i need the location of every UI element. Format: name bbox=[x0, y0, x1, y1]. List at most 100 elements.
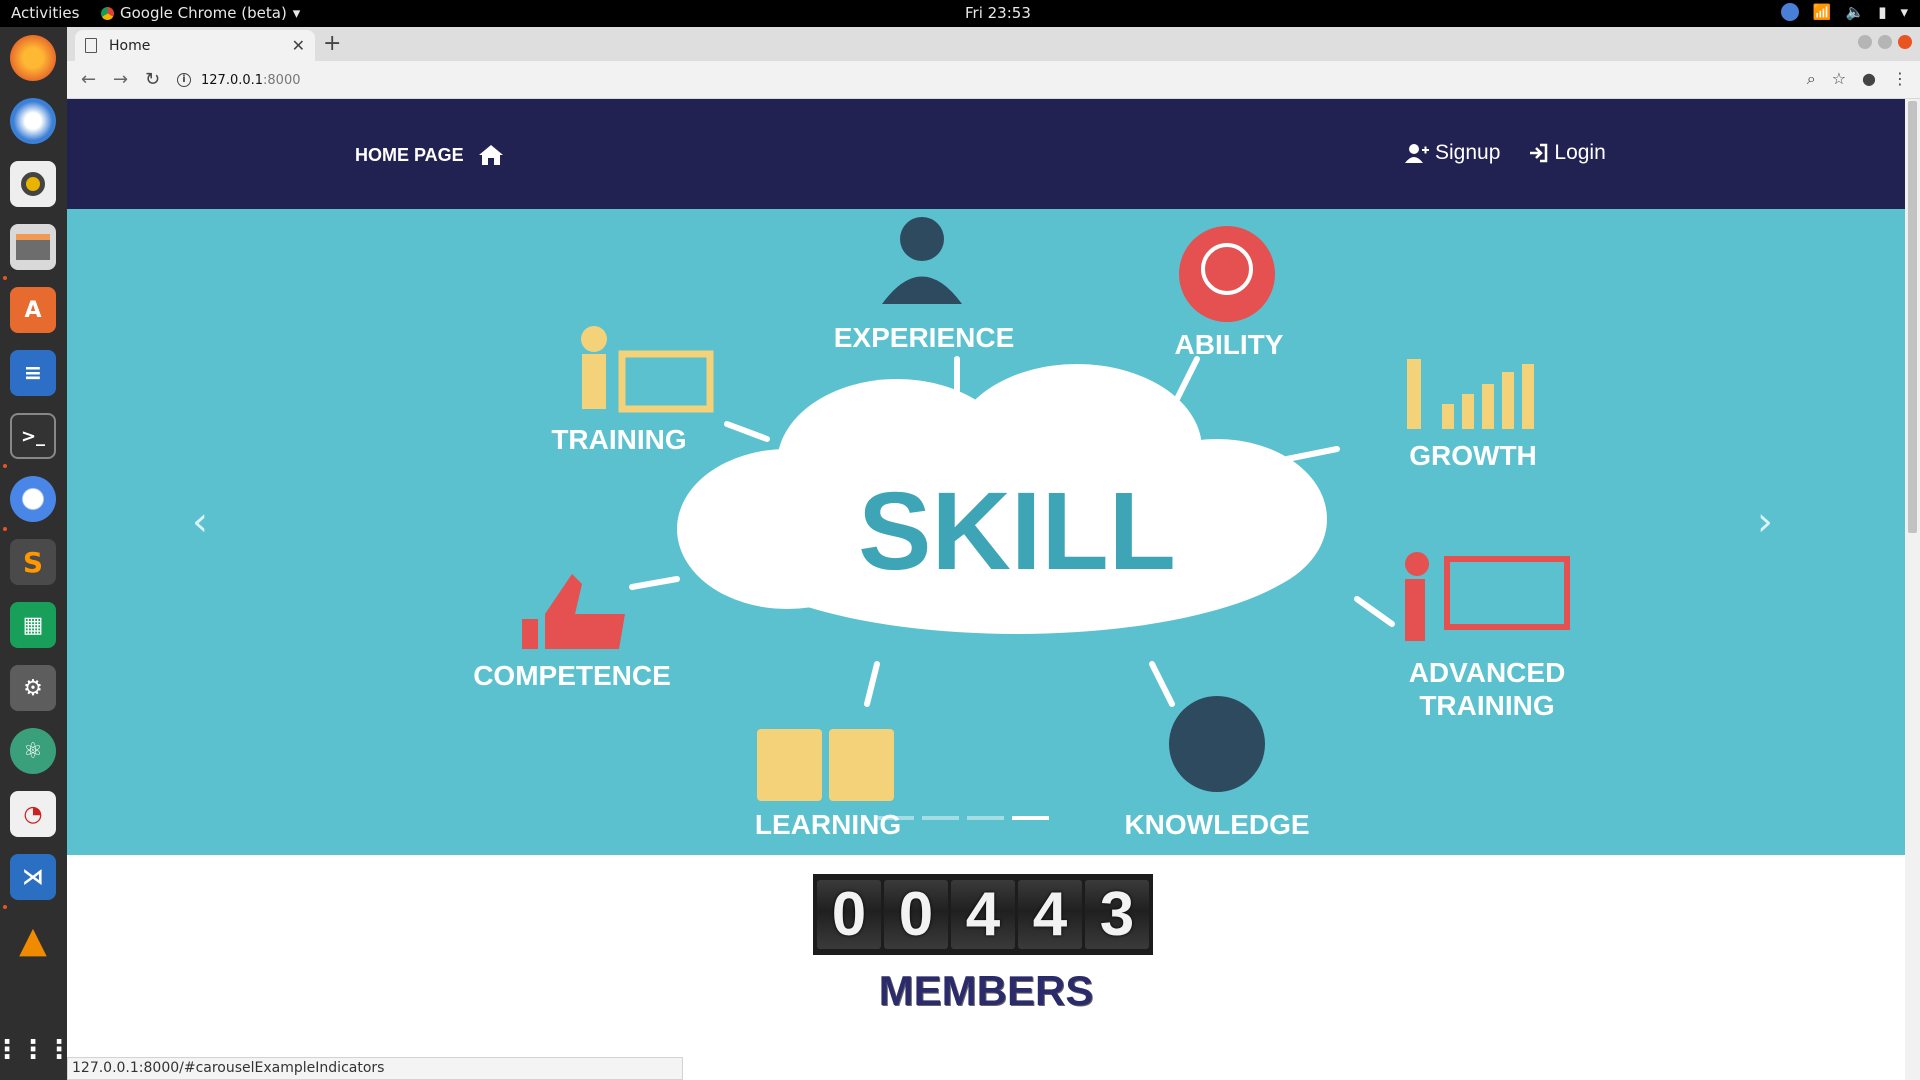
url-port: :8000 bbox=[263, 72, 301, 88]
status-bubble: 127.0.0.1:8000/#carouselExampleIndicator… bbox=[67, 1057, 683, 1080]
settings-icon[interactable]: ⚙ bbox=[10, 665, 56, 711]
battery-icon[interactable]: ▮ bbox=[1878, 3, 1886, 21]
scrollbar[interactable] bbox=[1905, 99, 1920, 1080]
sign-in-icon bbox=[1530, 143, 1548, 163]
site-navbar: HOME PAGE Signup Login bbox=[67, 99, 1905, 209]
training-icon bbox=[581, 326, 714, 413]
auth-links: Signup Login bbox=[1405, 141, 1606, 165]
label-advanced: ADVANCED bbox=[1409, 657, 1566, 688]
carousel-next-button[interactable]: › bbox=[1757, 499, 1773, 545]
ability-icon bbox=[1179, 226, 1275, 322]
growth-icon bbox=[1407, 359, 1534, 429]
vscode-icon[interactable]: ⋊ bbox=[10, 854, 56, 900]
calc-icon[interactable]: ▦ bbox=[10, 602, 56, 648]
close-icon[interactable]: ✕ bbox=[292, 36, 305, 55]
carousel-indicator[interactable] bbox=[1012, 816, 1049, 820]
knowledge-icon bbox=[1169, 696, 1265, 792]
competence-icon bbox=[522, 574, 625, 649]
signup-link[interactable]: Signup bbox=[1405, 141, 1500, 165]
chromium-icon[interactable] bbox=[10, 476, 56, 522]
tab-title: Home bbox=[109, 37, 151, 54]
menu-icon[interactable]: ⋮ bbox=[1892, 69, 1908, 89]
evince-icon[interactable]: ◔ bbox=[10, 791, 56, 837]
rhythmbox-icon[interactable] bbox=[10, 161, 56, 207]
vlc-icon[interactable]: ▲ bbox=[10, 917, 56, 963]
counter-digit: 3 bbox=[1085, 880, 1149, 949]
writer-icon[interactable]: ≡ bbox=[10, 350, 56, 396]
files-icon[interactable] bbox=[10, 224, 56, 270]
atom-icon[interactable]: ⚛ bbox=[10, 728, 56, 774]
scrollbar-thumb[interactable] bbox=[1908, 101, 1917, 533]
user-plus-icon bbox=[1405, 144, 1429, 163]
signup-label: Signup bbox=[1435, 141, 1501, 164]
sublime-text-icon[interactable]: S bbox=[10, 539, 56, 585]
carousel-indicator[interactable] bbox=[922, 816, 959, 820]
software-center-icon[interactable]: A bbox=[10, 287, 56, 333]
carousel-indicators bbox=[877, 816, 1049, 820]
label-advanced-training: TRAINING bbox=[1419, 690, 1554, 721]
url-host: 127.0.0.1 bbox=[201, 72, 264, 88]
counter-digit: 0 bbox=[884, 880, 948, 949]
members-caption: MEMBERS bbox=[878, 967, 1094, 1014]
forward-icon[interactable]: → bbox=[113, 69, 128, 90]
clock[interactable]: Fri 23:53 bbox=[965, 4, 1031, 22]
bookmark-star-icon[interactable]: ☆ bbox=[1832, 69, 1846, 89]
label-learning: LEARNING bbox=[755, 809, 901, 840]
toolbar-actions: ⌕ ☆ ● ⋮ bbox=[1807, 69, 1908, 89]
profile-icon[interactable]: ● bbox=[1862, 69, 1876, 89]
thunderbird-icon[interactable] bbox=[10, 98, 56, 144]
advanced-training-icon bbox=[1405, 552, 1570, 641]
carousel-indicator[interactable] bbox=[967, 816, 1004, 820]
activities-button[interactable]: Activities bbox=[11, 4, 79, 22]
terminal-icon[interactable]: >_ bbox=[10, 413, 56, 459]
system-top-bar: Activities Google Chrome (beta) ▾ Fri 23… bbox=[0, 0, 1920, 27]
zoom-icon[interactable]: ⌕ bbox=[1807, 69, 1816, 89]
home-link[interactable]: HOME PAGE bbox=[355, 143, 504, 167]
home-icon bbox=[478, 145, 503, 165]
tab-home[interactable]: Home ✕ bbox=[75, 30, 315, 61]
skill-infographic: SKILL EXPERIENCE ABILITY TRAINING GROWTH… bbox=[473, 217, 1570, 840]
member-counter: 00443 bbox=[813, 874, 1153, 955]
chevron-down-icon[interactable]: ▾ bbox=[1900, 3, 1908, 21]
counter-digit: 0 bbox=[817, 880, 881, 949]
tab-strip: Home ✕ + bbox=[67, 27, 1920, 61]
chevron-down-icon: ▾ bbox=[292, 4, 301, 22]
label-growth: GROWTH bbox=[1409, 440, 1537, 471]
system-tray[interactable]: 📶 🔈 ▮ ▾ bbox=[1780, 3, 1908, 21]
browser-window: Home ✕ + ← → ↻ i 127.0.0.1:8000 ⌕ ☆ ● ⋮ … bbox=[67, 27, 1920, 1080]
brand-label: HOME PAGE bbox=[355, 144, 464, 165]
new-tab-button[interactable]: + bbox=[323, 31, 341, 56]
window-controls bbox=[1858, 35, 1912, 49]
login-link[interactable]: Login bbox=[1528, 141, 1606, 165]
maximize-button[interactable] bbox=[1878, 35, 1892, 49]
dock: A ≡ >_ S ▦ ⚙ ⚛ ◔ ⋊ ▲ ⋮⋮⋮ bbox=[0, 27, 72, 1080]
app-menu[interactable]: Google Chrome (beta) ▾ bbox=[101, 4, 300, 22]
counter-digit: 4 bbox=[951, 880, 1015, 949]
page-viewport: HOME PAGE Signup Login SKILL EXPERIENCE … bbox=[67, 99, 1905, 1080]
chrome-icon bbox=[101, 6, 114, 20]
firefox-icon[interactable] bbox=[10, 35, 56, 81]
label-ability: ABILITY bbox=[1175, 329, 1284, 360]
login-label: Login bbox=[1554, 141, 1606, 164]
learning-icon bbox=[757, 729, 894, 801]
volume-icon[interactable]: 🔈 bbox=[1846, 3, 1865, 21]
label-knowledge: KNOWLEDGE bbox=[1124, 809, 1309, 840]
show-apps-icon[interactable]: ⋮⋮⋮ bbox=[0, 1027, 72, 1073]
info-icon[interactable]: i bbox=[177, 73, 191, 87]
carousel: SKILL EXPERIENCE ABILITY TRAINING GROWTH… bbox=[67, 209, 1905, 855]
carousel-prev-button[interactable]: ‹ bbox=[192, 499, 208, 545]
counter-digit: 4 bbox=[1018, 880, 1082, 949]
page-icon bbox=[85, 38, 97, 53]
minimize-button[interactable] bbox=[1858, 35, 1872, 49]
reload-icon[interactable]: ↻ bbox=[145, 69, 160, 90]
experience-icon bbox=[882, 217, 962, 304]
close-window-button[interactable] bbox=[1898, 35, 1912, 49]
back-icon[interactable]: ← bbox=[81, 69, 96, 90]
center-text: SKILL bbox=[858, 470, 1176, 593]
carousel-indicator[interactable] bbox=[877, 816, 914, 820]
wifi-icon[interactable]: 📶 bbox=[1813, 3, 1832, 21]
label-training: TRAINING bbox=[551, 424, 686, 455]
browser-toolbar: ← → ↻ i 127.0.0.1:8000 ⌕ ☆ ● ⋮ bbox=[67, 61, 1920, 99]
address-bar[interactable]: i 127.0.0.1:8000 bbox=[177, 66, 1737, 94]
chrome-tray-icon[interactable] bbox=[1780, 3, 1799, 21]
